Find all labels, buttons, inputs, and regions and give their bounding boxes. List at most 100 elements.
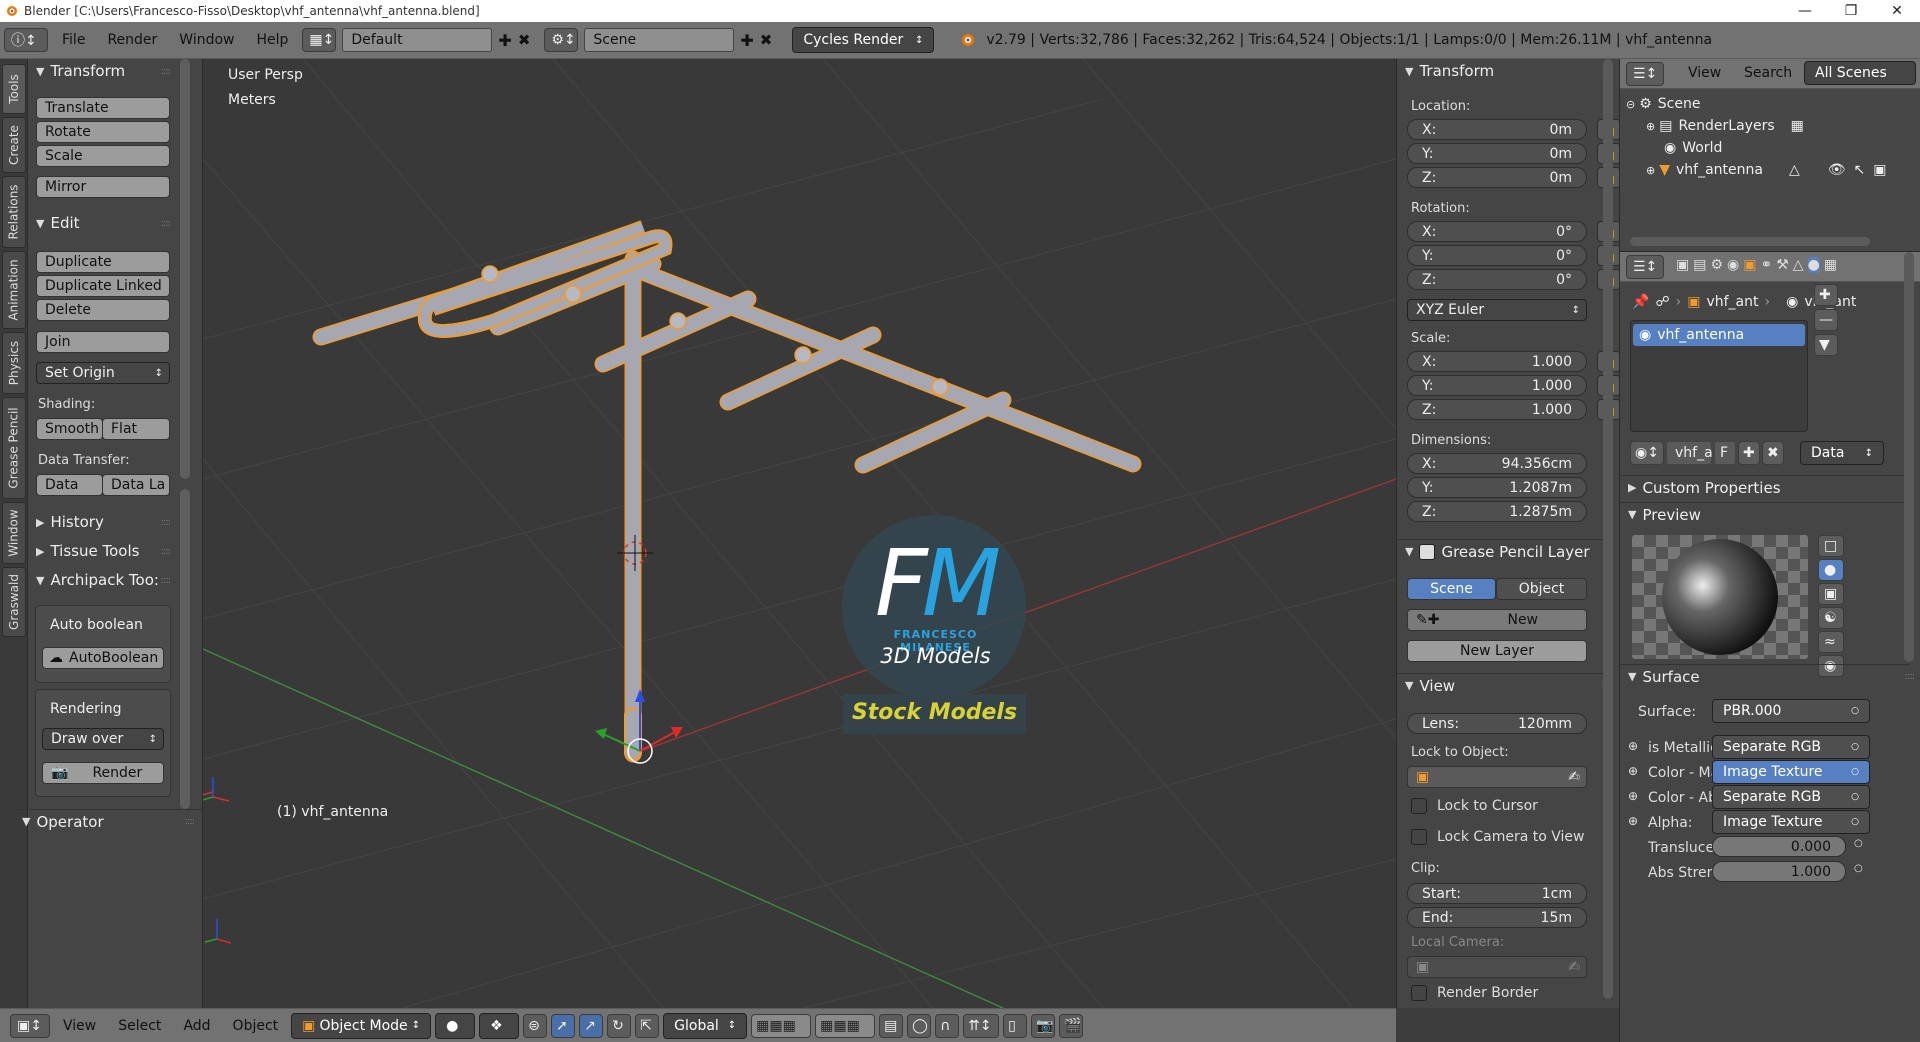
expand-input-icon[interactable]: ⊕	[1628, 814, 1638, 828]
preview-sphere-button[interactable]: ●	[1818, 559, 1844, 581]
join-button[interactable]: Join	[36, 331, 170, 353]
remove-layout-icon[interactable]: ✖	[518, 31, 531, 49]
grip-icon[interactable]: ::::	[161, 546, 172, 557]
rotation-x-field[interactable]: X: 0°	[1407, 221, 1587, 242]
menu-file[interactable]: File	[54, 32, 93, 48]
preview-hair-icon[interactable]: ≈	[1818, 631, 1844, 653]
local-camera-field[interactable]: ▣ ✍	[1407, 956, 1587, 978]
add-slot-button[interactable]: ✚	[1814, 284, 1838, 306]
tab-window[interactable]: Window	[2, 502, 26, 564]
grip-icon[interactable]: ::::	[1905, 671, 1916, 682]
tool-shelf-scrollbar[interactable]	[180, 59, 190, 479]
dimensions-y-field[interactable]: Y: 1.2087m	[1407, 477, 1587, 498]
mode-select[interactable]: ▣ Object Mode ↕	[291, 1012, 432, 1039]
remove-scene-icon[interactable]: ✖	[760, 31, 773, 49]
display-mode-select[interactable]: All Scenes	[1804, 61, 1916, 85]
texture-tab-icon[interactable]: ▦	[1824, 257, 1837, 273]
menu-view[interactable]: View	[54, 1018, 105, 1034]
lens-field[interactable]: Lens: 120mm	[1407, 713, 1587, 734]
expand-icon[interactable]: ⊕	[1646, 120, 1655, 133]
outliner-object-row[interactable]: ⊕ ▼ vhf_antenna △ 👁 ↖ ▣	[1646, 159, 1920, 181]
location-z-field[interactable]: Z: 0m	[1407, 167, 1587, 188]
eye-icon[interactable]: 👁	[1828, 162, 1846, 178]
3d-viewport[interactable]: User Persp Meters (1) vhf_antenna FM FRA…	[203, 59, 1396, 1008]
menu-help[interactable]: Help	[248, 32, 296, 48]
tissue-tools-panel-header[interactable]: ▶ Tissue Tools::::	[28, 539, 178, 563]
preview-panel-header[interactable]: ▼ Preview	[1620, 502, 1910, 526]
preview-monkey-icon[interactable]: ☯	[1818, 607, 1844, 629]
lock-layers-icon[interactable]: ▤	[879, 1013, 904, 1038]
expand-input-icon[interactable]: ⊕	[1628, 764, 1638, 778]
translucency-field[interactable]: 0.000	[1712, 836, 1846, 857]
alpha-input-select[interactable]: Image Texture ○	[1712, 810, 1870, 834]
rotation-z-field[interactable]: Z: 0°	[1407, 269, 1587, 290]
expand-input-icon[interactable]: ⊕	[1628, 789, 1638, 803]
lock-camera-checkbox[interactable]	[1411, 829, 1427, 845]
outliner-scene-row[interactable]: ⊝ ⚙ Scene	[1626, 93, 1700, 115]
duplicate-button[interactable]: Duplicate	[36, 251, 170, 273]
editor-type-button[interactable]: ☰↕	[1626, 62, 1664, 86]
expand-icon[interactable]: ⊕	[1646, 164, 1655, 177]
surface-shader-select[interactable]: PBR.000 ○	[1712, 699, 1870, 723]
object-tab-icon[interactable]: ▣	[1743, 257, 1756, 273]
history-panel-header[interactable]: ▶ History::::	[28, 510, 178, 534]
layers-tab-icon[interactable]: ▤	[1693, 257, 1706, 273]
view-panel-header[interactable]: ▼View::::	[1397, 673, 1612, 697]
tool-shelf-scrollbar-lower[interactable]	[180, 489, 190, 809]
grease-pencil-panel-header[interactable]: ▼ Grease Pencil Layer	[1397, 539, 1607, 563]
scale-manipulator-icon[interactable]: ⇱	[635, 1013, 660, 1038]
transform-panel-header[interactable]: ▼Transform::::	[1397, 59, 1612, 83]
render-button[interactable]: 📷 Render	[42, 762, 164, 784]
material-browse-icon[interactable]: ◉↕	[1630, 441, 1664, 465]
autoboolean-button[interactable]: ☁ AutoBoolean	[42, 647, 164, 669]
node-dot-icon[interactable]: ○	[1854, 863, 1863, 874]
fake-user-button[interactable]: F	[1714, 441, 1736, 465]
slot-specials-icon[interactable]: ▼	[1814, 334, 1838, 356]
custom-properties-panel-header[interactable]: ▶ Custom Properties	[1620, 475, 1910, 499]
translate-manipulator-icon[interactable]: ↗	[579, 1013, 604, 1038]
menu-window[interactable]: Window	[171, 32, 242, 48]
snap-icon[interactable]: ⊜	[523, 1013, 548, 1038]
new-material-icon[interactable]: ✚	[1738, 441, 1760, 465]
cursor-icon[interactable]: ↖	[1854, 162, 1866, 178]
material-link-select[interactable]: Data ↕	[1800, 441, 1884, 465]
maximize-icon[interactable]: ❐	[1828, 3, 1874, 19]
opengl-render-icon[interactable]: ▯	[1003, 1013, 1028, 1038]
rotate-button[interactable]: Rotate	[36, 121, 170, 143]
tab-relations[interactable]: Relations	[2, 176, 26, 248]
rotation-y-field[interactable]: Y: 0°	[1407, 245, 1587, 266]
add-scene-icon[interactable]: ✚	[740, 31, 753, 50]
screen-layout-icon[interactable]: ▦↕	[302, 28, 337, 52]
minimize-icon[interactable]: —	[1782, 3, 1828, 19]
orientation-select[interactable]: Global ↕	[663, 1012, 748, 1039]
tab-animation[interactable]: Animation	[2, 251, 26, 329]
render-border-checkbox[interactable]	[1411, 985, 1427, 1001]
outliner-view-menu[interactable]: View	[1688, 65, 1721, 81]
clip-end-field[interactable]: End: 15m	[1407, 907, 1587, 928]
grip-icon[interactable]: ::::	[161, 218, 172, 229]
outliner-search-menu[interactable]: Search	[1744, 65, 1792, 81]
data-tab-icon[interactable]: △	[1793, 257, 1804, 273]
unlink-material-icon[interactable]: ✖	[1762, 441, 1784, 465]
material-slot-item[interactable]: ◉ vhf_antenna	[1633, 324, 1805, 346]
preview-plane-icon[interactable]: □	[1818, 535, 1844, 557]
transform-panel-header[interactable]: ▼Transform::::	[28, 59, 178, 83]
duplicate-linked-button[interactable]: Duplicate Linked	[36, 275, 170, 297]
abs-strength-field[interactable]: 1.000	[1712, 861, 1846, 882]
lock-cursor-checkbox[interactable]	[1411, 798, 1427, 814]
outliner-renderlayers-row[interactable]: ⊕ ▤ RenderLayers ▦	[1646, 115, 1804, 137]
outliner-world-row[interactable]: ◉ World	[1664, 137, 1722, 159]
color-ab-input-select[interactable]: Separate RGB ○	[1712, 785, 1870, 809]
rotation-mode-select[interactable]: XYZ Euler ↕	[1407, 299, 1587, 321]
data-transfer-button[interactable]: Data	[36, 474, 103, 496]
snap-element-select[interactable]: ⇈↕	[963, 1013, 1000, 1038]
tab-graswald[interactable]: Graswald	[2, 567, 26, 637]
scene-field[interactable]: Scene	[584, 28, 735, 52]
flat-button[interactable]: Flat	[102, 418, 170, 440]
menu-add[interactable]: Add	[174, 1018, 219, 1034]
clip-start-field[interactable]: Start: 1cm	[1407, 883, 1587, 904]
scale-button[interactable]: Scale	[36, 145, 170, 167]
archipack-panel-header[interactable]: ▼ Archipack Too:::::	[28, 568, 178, 592]
material-tab-icon[interactable]: ●	[1807, 257, 1820, 273]
tab-tools[interactable]: Tools	[2, 64, 26, 114]
